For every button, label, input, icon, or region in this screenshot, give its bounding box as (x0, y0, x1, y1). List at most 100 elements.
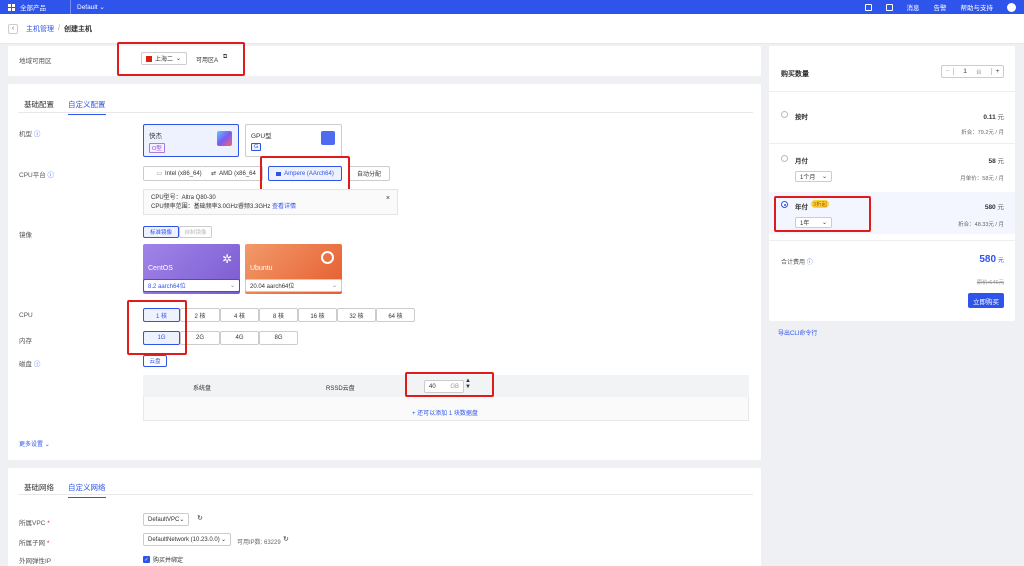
disk-type: RSSD云盘 (326, 386, 355, 392)
billing-monthly-radio[interactable] (781, 155, 788, 162)
close-icon[interactable]: × (386, 194, 390, 203)
disk-tab-cloud[interactable]: 云盘 (143, 355, 167, 367)
chevron-down-icon: ⌄ (99, 4, 105, 11)
minus-icon[interactable]: − (942, 68, 954, 75)
option-label: 2 核 (194, 313, 206, 320)
app-grid-icon[interactable] (4, 0, 18, 14)
billing-yearly-note: 折合：48.33元 / 月 (958, 222, 1004, 228)
highlight-box-zone (117, 42, 245, 76)
back-arrow-icon[interactable]: ‹ (8, 23, 18, 34)
option-label: 2G (195, 335, 204, 341)
cpu-option-32[interactable]: 32 核 (337, 308, 376, 322)
intel-icon: ▭ (156, 171, 162, 177)
console-icon[interactable] (864, 3, 872, 11)
chevron-down-icon: ⌄ (220, 537, 226, 543)
tab-basic-network[interactable]: 基础网络 (24, 482, 54, 498)
cpu-option-8[interactable]: 8 核 (259, 308, 298, 322)
subnet-value: DefaultNetwork (10.23.0.0) (148, 536, 220, 543)
all-products-menu[interactable]: 全部产品 (20, 2, 46, 12)
kuaijie-logo-icon (217, 131, 232, 146)
model-option-gpu[interactable]: GPU型 G (245, 124, 342, 157)
cpu-option-64[interactable]: 64 核 (376, 308, 415, 322)
option-label: 16 核 (310, 313, 325, 320)
memory-option-4g[interactable]: 4G (220, 331, 259, 345)
billing-monthly-label: 月付 (795, 158, 808, 165)
breadcrumb-parent-link[interactable]: 主机管理 (26, 24, 54, 34)
details-link[interactable]: 查看详情 (272, 204, 296, 210)
edit-icon[interactable] (885, 3, 893, 11)
cpu-platform-amd[interactable]: ⇄ AMD (x86_64 (205, 166, 263, 181)
billing-hourly-note: 折合：79.2元 / 月 (961, 130, 1004, 136)
page-title: 创建主机 (63, 25, 92, 33)
project-selector[interactable]: Default ⌄ (77, 3, 105, 11)
subtab-label: 标准镜像 (149, 230, 172, 236)
subnet-select[interactable]: DefaultNetwork (10.23.0.0) ⌄ (143, 533, 231, 546)
add-data-disk-link[interactable]: + 还可以添加 1 块数据盘 (412, 408, 478, 417)
cpu-platform-auto[interactable]: 自动分配 (348, 166, 390, 181)
highlight-box-disk-size (405, 372, 494, 397)
model-tag: O型 (149, 143, 165, 153)
cpu-option-4[interactable]: 4 核 (220, 308, 259, 322)
tab-label: 云盘 (149, 359, 161, 365)
divider (70, 0, 71, 14)
option-label: 4G (235, 335, 244, 341)
eip-check-label: 购买并绑定 (153, 558, 184, 564)
quantity-value: 1 (963, 68, 967, 75)
checkmark-icon: ✓ (143, 556, 150, 563)
eip-label: 外网弹性IP (19, 558, 52, 565)
more-settings-toggle[interactable]: 更多设置 ⌄ (19, 439, 50, 448)
image-name: CentOS (148, 265, 173, 272)
export-cli-link[interactable]: 导出CLI命令行 (778, 328, 817, 337)
memory-option-8g[interactable]: 8G (259, 331, 298, 345)
help-icon: ⓘ (47, 172, 55, 179)
user-avatar-icon[interactable] (1007, 2, 1016, 12)
image-version-select-ubuntu[interactable]: 20.04 aarch64位 ⌄ (245, 279, 342, 292)
image-version-select-centos[interactable]: 8.2 aarch64位 ⌄ (143, 279, 240, 292)
help-icon: ⓘ (33, 361, 41, 368)
billing-monthly-select[interactable]: 1个月 ⌄ (795, 171, 832, 182)
project-label: Default (77, 4, 98, 11)
breadcrumb: ‹ 主机管理 / 创建主机 (0, 14, 1024, 44)
zone-label: 地域可用区 (19, 58, 52, 65)
vpc-select[interactable]: DefaultVPC ⌄ (143, 513, 189, 526)
original-price: 原价:646元 (976, 280, 1004, 286)
amd-icon: ⇄ (211, 171, 217, 177)
quantity-stepper[interactable]: − 1 台 + (941, 65, 1004, 78)
chevron-down-icon: ⌄ (44, 442, 50, 448)
breadcrumb-separator: / (58, 25, 60, 32)
total-price: 580 元 (979, 254, 1004, 265)
help-link[interactable]: 帮助与支持 (961, 2, 994, 12)
buy-now-button[interactable]: 立即购买 (968, 293, 1004, 308)
cpu-option-16[interactable]: 16 核 (298, 308, 337, 322)
quantity-label: 购买数量 (781, 71, 809, 78)
plus-icon[interactable]: + (991, 68, 1003, 75)
refresh-icon[interactable]: ↻ (197, 514, 203, 522)
highlight-box-yearly (774, 196, 871, 232)
subtab-custom-image[interactable]: 自制镜像 (179, 226, 212, 238)
subnet-label: 所属子网 * (19, 540, 50, 547)
tab-custom-network[interactable]: 自定义网络 (68, 482, 106, 498)
memory-label: 内存 (19, 338, 32, 345)
quantity-unit: 台 (976, 69, 982, 76)
network-card (8, 468, 761, 566)
chevron-down-icon: ⌄ (821, 174, 827, 180)
total-label: 合计费用 ⓘ (781, 260, 813, 266)
divider (769, 91, 1015, 92)
select-value: 1个月 (800, 175, 816, 181)
available-ip-count: 可用IP数: 63229 (237, 540, 281, 546)
refresh-icon[interactable]: ↻ (283, 535, 289, 543)
billing-monthly-note: 月单价：58元 / 月 (960, 176, 1004, 182)
messages-link[interactable]: 消息 (907, 2, 920, 12)
billing-monthly-price: 58 元 (988, 158, 1004, 165)
system-disk-label: 系统盘 (193, 386, 212, 392)
eip-checkbox[interactable]: ✓ 购买并绑定 (143, 555, 183, 564)
billing-hourly-radio[interactable] (781, 111, 788, 118)
top-navigation-bar: 全部产品 Default ⌄ 消息 告警 帮助与支持 (0, 0, 1024, 14)
cpu-model-text: CPU型号：Altra Q80-30 (151, 195, 216, 201)
tabs-underline (18, 494, 753, 495)
model-option-kuaijie[interactable]: 快杰 O型 (143, 124, 239, 157)
subtab-standard-image[interactable]: 标准镜像 (143, 226, 179, 238)
alerts-link[interactable]: 告警 (934, 2, 947, 12)
version-value: 8.2 aarch64位 (148, 284, 186, 290)
help-icon: ⓘ (806, 260, 813, 266)
